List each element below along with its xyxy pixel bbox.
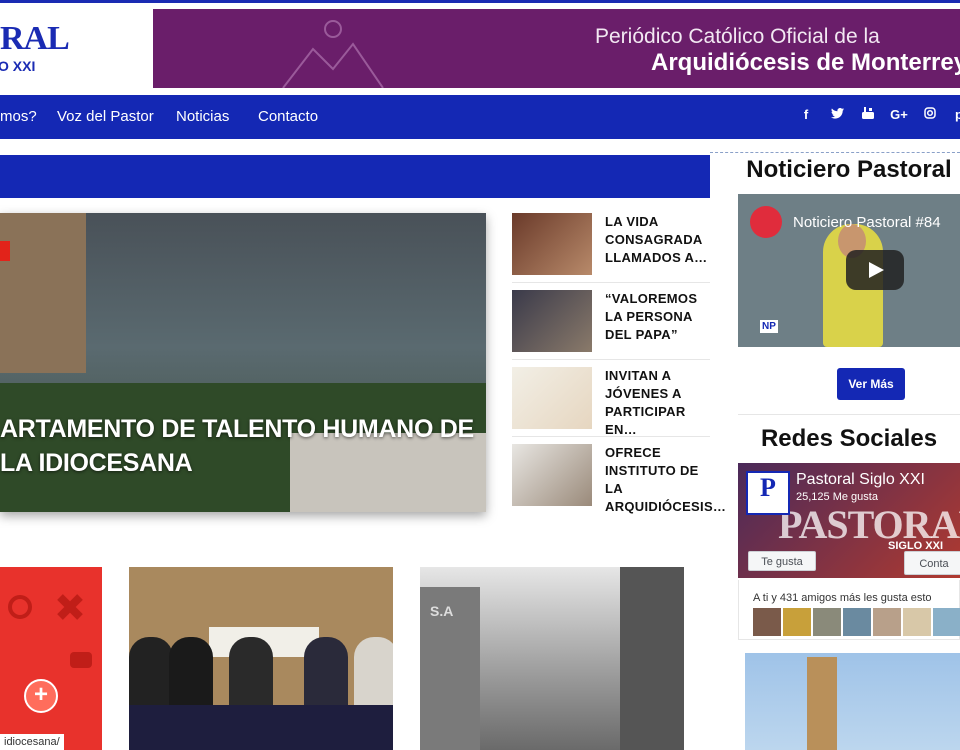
side-news-title[interactable]: INVITAN A JÓVENES A PARTICIPAR EN… [605,367,713,439]
redes-heading: Redes Sociales [760,425,938,452]
divider [512,359,710,360]
side-news-thumbnail[interactable] [512,213,592,275]
decorative-pattern-icon [8,594,92,668]
facebook-icon[interactable]: f [797,107,815,122]
main-navbar: mos? Voz del Pastor Noticias Contacto f … [0,95,960,139]
church-spire [807,657,837,750]
side-news-title[interactable]: “VALOREMOS LA PERSONA DEL PAPA” [605,290,713,344]
category-tag[interactable] [0,241,10,261]
divider [512,436,710,437]
logo-text: RAL [0,20,70,57]
side-news-thumbnail[interactable] [512,290,592,352]
video-player[interactable]: Noticiero Pastoral #84 NP [738,194,960,347]
instagram-icon[interactable] [921,107,939,122]
fb-page-avatar[interactable]: P [746,471,790,515]
noticiero-heading: Noticiero Pastoral [746,156,952,183]
fb-contact-button[interactable]: Conta [904,551,960,575]
site-logo[interactable]: RAL O XXI [0,20,70,80]
header-banner[interactable]: Periódico Católico Oficial de la Arquidi… [153,9,960,88]
youtube-icon[interactable] [859,107,877,122]
side-news-thumbnail[interactable] [512,367,592,429]
news-card-press[interactable] [129,567,393,750]
video-badge: NP [760,320,778,333]
play-icon[interactable] [846,250,904,290]
news-card-social[interactable]: + idiocesana/ [0,567,102,750]
side-news-item[interactable]: OFRECE INSTITUTO DE LA ARQUIDIÓCESIS… [512,444,726,514]
fb-page-name[interactable]: Pastoral Siglo XXI [796,471,925,489]
friend-avatar[interactable] [933,608,960,636]
historic-church [620,567,684,750]
side-news-title[interactable]: OFRECE INSTITUTO DE LA ARQUIDIÓCESIS… [605,444,726,516]
banner-mountain-icon [282,20,384,88]
sidebar-church-image[interactable] [745,653,960,750]
side-news-title[interactable]: LA VIDA CONSAGRADA LLAMADOS A… [605,213,713,267]
friend-avatar[interactable] [813,608,841,636]
twitter-icon[interactable] [828,107,846,122]
hero-image-tower [0,213,86,373]
ver-mas-button[interactable]: Ver Más [837,368,905,400]
channel-avatar[interactable] [750,206,782,238]
nav-item-quienes-somos[interactable]: mos? [0,108,37,125]
sidebar-divider [710,152,960,153]
google-plus-icon[interactable]: G+ [890,107,908,122]
plus-icon[interactable]: + [24,679,58,713]
side-news-item[interactable]: “VALOREMOS LA PERSONA DEL PAPA” [512,290,710,356]
nav-item-voz-del-pastor[interactable]: Voz del Pastor [57,108,154,125]
section-bar [0,155,710,198]
video-title[interactable]: Noticiero Pastoral #84 [793,214,941,231]
friend-avatar[interactable] [873,608,901,636]
banner-line-2: Arquidiócesis de Monterrey [651,49,960,76]
fb-like-count: 25,125 Me gusta [796,491,878,503]
friend-avatar[interactable] [843,608,871,636]
card-url: idiocesana/ [0,734,64,750]
side-news-thumbnail[interactable] [512,444,592,506]
top-accent-line [0,0,960,3]
pinterest-icon[interactable]: p [950,107,960,122]
side-news-item[interactable]: INVITAN A JÓVENES A PARTICIPAR EN… [512,367,710,437]
nav-item-noticias[interactable]: Noticias [176,108,229,125]
hero-title[interactable]: ARTAMENTO DE TALENTO HUMANO DE LA IDIOCE… [0,412,490,480]
divider [512,282,710,283]
fb-friends-box: A ti y 431 amigos más les gusta esto [738,580,960,640]
divider [738,414,960,415]
fb-friends-text: A ti y 431 amigos más les gusta esto [753,592,932,604]
historic-sign: S.A [430,603,454,619]
facebook-page-widget[interactable]: PASTORAL SIGLO XXI P Pastoral Siglo XXI … [738,463,960,578]
press-table [129,705,393,750]
nav-item-contacto[interactable]: Contacto [258,108,318,125]
fb-like-button[interactable]: Te gusta [748,551,816,571]
friend-avatar[interactable] [903,608,931,636]
banner-line-1: Periódico Católico Oficial de la [595,25,880,48]
logo-subtext: O XXI [0,58,36,74]
friend-avatar[interactable] [783,608,811,636]
news-card-historic[interactable]: S.A [420,567,684,750]
friend-avatar[interactable] [753,608,781,636]
side-news-item[interactable]: LA VIDA CONSAGRADA LLAMADOS A… [512,213,710,279]
